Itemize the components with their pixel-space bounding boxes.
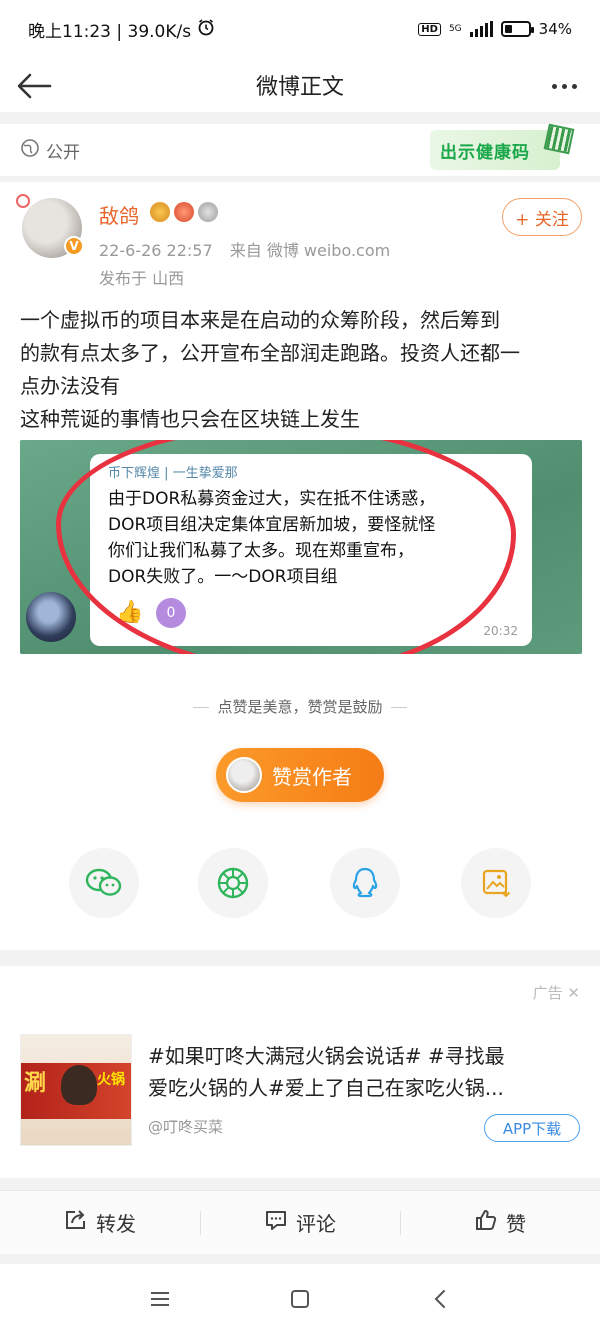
reward-author-button[interactable]: 赞赏作者	[216, 748, 384, 802]
health-code-button[interactable]: 出示健康码	[430, 123, 575, 170]
network-gen: 5G	[448, 23, 462, 34]
ad-thumb-text-left: 涮	[24, 1071, 47, 1096]
post-text-line: 这种荒诞的事情也只会在区块链上发生	[20, 407, 360, 431]
comment-icon	[264, 1208, 288, 1237]
username[interactable]: 敌鸽	[99, 200, 139, 229]
fan-badge-icon	[174, 202, 194, 222]
post-time: 22-6-26 22:57	[99, 241, 213, 260]
chat-time: 20:32	[483, 624, 518, 638]
visibility-bar: 公开 出示健康码	[0, 123, 600, 176]
app-download-button[interactable]: APP下载	[484, 1114, 580, 1142]
ad-tag-label: 广告	[532, 984, 563, 1002]
user-badges[interactable]	[150, 202, 218, 222]
swirl-icon	[16, 194, 30, 208]
signal-icon	[469, 21, 493, 37]
status-bar: 晚上11:23 | 39.0K/s HD 5G 34%	[0, 0, 600, 58]
action-bar: 转发 评论 赞	[0, 1190, 600, 1254]
status-time-speed: 晚上11:23 | 39.0K/s	[28, 21, 192, 42]
comment-button[interactable]: 评论	[200, 1191, 400, 1254]
ad-title[interactable]: #如果叮咚大满冠火锅会说话# #寻找最 爱吃火锅的人#爱上了自己在家吃火锅...	[148, 1040, 588, 1104]
hd-badge: HD	[418, 22, 441, 36]
ad-title-line: #如果叮咚大满冠火锅会说话# #寻找最	[148, 1044, 505, 1068]
chat-avatar	[26, 592, 76, 642]
reward-label: 赞赏作者	[272, 764, 352, 789]
ad-thumb-text-right: 火锅	[97, 1072, 125, 1088]
back-icon[interactable]	[425, 1284, 455, 1314]
post-text-line: 一个虚拟币的项目本来是在启动的众筹阶段，然后筹到	[20, 308, 500, 332]
visibility-label: 公开	[46, 142, 80, 163]
nav-bar: 微博正文	[0, 58, 600, 112]
repost-icon	[64, 1208, 88, 1237]
system-nav-bar	[0, 1264, 600, 1333]
more-options-icon[interactable]	[544, 66, 584, 106]
menu-icon[interactable]	[145, 1284, 175, 1314]
like-button[interactable]: 赞	[400, 1191, 600, 1254]
comment-label: 评论	[296, 1212, 336, 1236]
close-icon[interactable]: ✕	[567, 984, 580, 1002]
repost-label: 转发	[96, 1212, 136, 1236]
share-row	[0, 848, 600, 918]
battery-text: 34%	[538, 20, 572, 38]
post-text: 一个虚拟币的项目本来是在启动的众筹阶段，然后筹到 的款有点太多了，公开宣布全部润…	[20, 304, 585, 436]
alarm-icon	[197, 18, 215, 41]
like-label: 赞	[506, 1212, 526, 1236]
wechat-icon[interactable]	[69, 848, 139, 918]
post-meta: 22-6-26 22:57 来自 微博 weibo.com	[99, 237, 402, 261]
level-badge-icon	[198, 202, 218, 222]
reward-hint: 点赞是美意，赞赏是鼓励	[0, 696, 600, 717]
repost-button[interactable]: 转发	[0, 1191, 200, 1254]
ad-thumb-person	[61, 1065, 97, 1105]
ad-title-line: 爱吃火锅的人#爱上了自己在家吃火锅...	[148, 1076, 504, 1100]
post-text-line: 的款有点太多了，公开宣布全部润走跑路。投资人还都一	[20, 341, 520, 365]
post-location: 发布于 山西	[99, 269, 185, 288]
globe-icon	[20, 138, 40, 162]
qq-icon[interactable]	[330, 848, 400, 918]
verified-icon: V	[64, 236, 84, 256]
reward-avatar	[226, 757, 262, 793]
post-image[interactable]: 币下辉煌 | 一生挚爱那 由于DOR私募资金过大，实在抵不住诱惑， DOR项目组…	[20, 440, 582, 654]
page-title: 微博正文	[255, 75, 344, 100]
status-right: HD 5G 34%	[418, 20, 572, 38]
post-text-line: 点办法没有	[20, 374, 120, 398]
home-icon[interactable]	[285, 1284, 315, 1314]
red-highlight-circle	[56, 440, 516, 654]
follow-button[interactable]: + 关注	[502, 198, 582, 236]
back-arrow-icon[interactable]	[14, 66, 54, 106]
ad-source: @叮咚买菜	[148, 1118, 224, 1136]
post-card: V 敌鸽 22-6-26 22:57 来自 微博 weibo.com 发布于 山…	[0, 182, 600, 950]
moments-icon[interactable]	[198, 848, 268, 918]
save-image-icon[interactable]	[461, 848, 531, 918]
ad-tag[interactable]: 广告 ✕	[533, 982, 580, 1003]
avatar[interactable]: V	[16, 194, 84, 258]
post-source: 来自 微博 weibo.com	[229, 241, 391, 260]
health-code-label: 出示健康码	[440, 142, 530, 163]
ad-card[interactable]: 广告 ✕ 涮 火锅 #如果叮咚大满冠火锅会说话# #寻找最 爱吃火锅的人#爱上了…	[0, 966, 600, 1178]
status-left: 晚上11:23 | 39.0K/s	[28, 17, 215, 42]
thumbs-up-icon	[474, 1208, 498, 1237]
qr-code-icon	[543, 123, 575, 155]
crown-badge-icon	[150, 202, 170, 222]
battery-icon	[500, 21, 534, 37]
ad-thumbnail[interactable]: 涮 火锅	[20, 1034, 132, 1146]
